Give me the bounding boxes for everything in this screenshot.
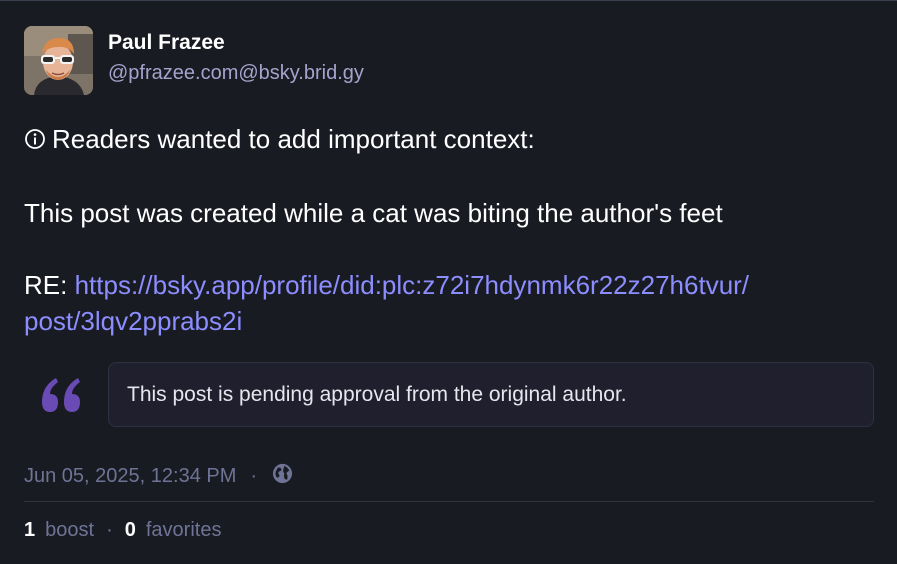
re-link-line1[interactable]: https://bsky.app/profile/did:plc:z72i7hd…: [75, 270, 749, 300]
account-handle[interactable]: @pfrazee.com@bsky.brid.gy: [108, 57, 364, 89]
quote-pending-text: This post is pending approval from the o…: [127, 382, 627, 406]
status-card: Paul Frazee @pfrazee.com@bsky.brid.gy Re…: [0, 0, 897, 564]
context-paragraph: Readers wanted to add important context:: [24, 121, 874, 159]
boost-count: 1: [24, 518, 36, 541]
quote-pending-box: This post is pending approval from the o…: [108, 362, 874, 427]
re-link[interactable]: https://bsky.app/profile/did:plc:z72i7hd…: [24, 270, 749, 336]
avatar[interactable]: [24, 26, 93, 95]
re-prefix: RE:: [24, 270, 75, 300]
avatar-image: [24, 26, 93, 95]
timestamp[interactable]: Jun 05, 2025, 12:34 PM: [24, 465, 236, 488]
body-paragraph: This post was created while a cat was bi…: [24, 195, 874, 231]
status-header: Paul Frazee @pfrazee.com@bsky.brid.gy: [24, 26, 364, 96]
status-content: Readers wanted to add important context:…: [24, 121, 874, 339]
re-link-line2[interactable]: post/3lqv2pprabs2i: [24, 306, 242, 336]
status-counts: 1 boost · 0 favorites: [24, 515, 221, 545]
author-info[interactable]: Paul Frazee @pfrazee.com@bsky.brid.gy: [108, 29, 364, 96]
divider: [24, 501, 874, 502]
quote-block: This post is pending approval from the o…: [24, 362, 874, 428]
stats-separator: ·: [106, 518, 113, 541]
quote-mark-icon: [38, 368, 86, 418]
globe-icon: [271, 462, 294, 491]
context-text: Readers wanted to add important context:: [52, 124, 535, 154]
favorites-label[interactable]: favorites: [146, 519, 222, 542]
meta-separator: ·: [250, 464, 258, 487]
favorites-count: 0: [124, 518, 136, 541]
body-text: This post was created while a cat was bi…: [24, 198, 723, 228]
display-name[interactable]: Paul Frazee: [108, 29, 364, 57]
status-meta: Jun 05, 2025, 12:34 PM ·: [24, 461, 294, 491]
re-paragraph: RE: https://bsky.app/profile/did:plc:z72…: [24, 267, 874, 339]
info-circle-icon: [24, 123, 46, 159]
boost-label[interactable]: boost: [45, 519, 94, 542]
